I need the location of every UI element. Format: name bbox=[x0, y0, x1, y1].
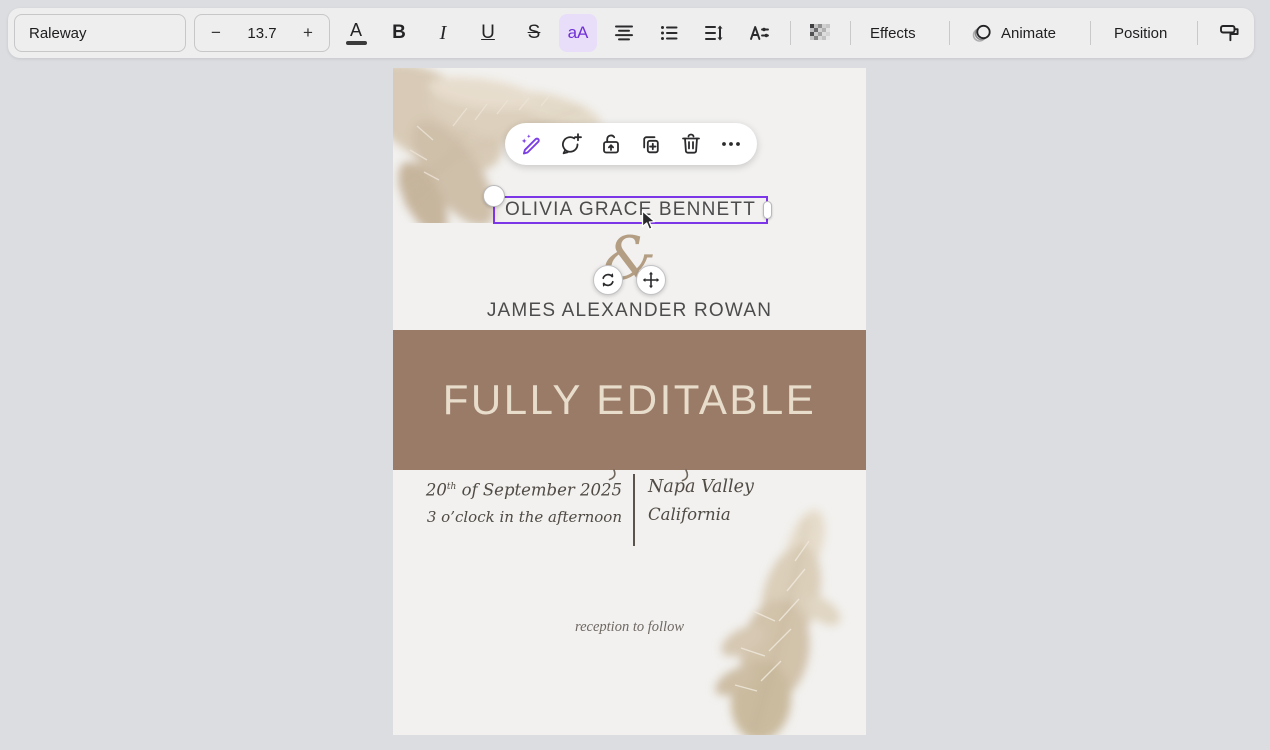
animate-label: Animate bbox=[1001, 25, 1056, 42]
delete-button[interactable] bbox=[671, 123, 711, 165]
lock-icon bbox=[598, 131, 624, 157]
comment-plus-icon bbox=[558, 131, 584, 157]
ellipsis-icon bbox=[718, 131, 744, 157]
text-selection-box[interactable]: OLIVIA GRACE BENNETT bbox=[493, 196, 768, 224]
element-context-toolbar bbox=[505, 123, 757, 165]
animate-icon bbox=[970, 21, 994, 45]
duplicate-button[interactable] bbox=[631, 123, 671, 165]
strikethrough-button[interactable]: S bbox=[515, 14, 553, 52]
font-size-decrease-button[interactable]: − bbox=[201, 18, 231, 48]
italic-button[interactable]: I bbox=[424, 14, 462, 52]
position-button[interactable]: Position bbox=[1104, 14, 1177, 52]
venue-line-2: California bbox=[648, 501, 754, 528]
toolbar-divider bbox=[1090, 21, 1091, 45]
toolbar-divider bbox=[850, 21, 851, 45]
reception-note-text[interactable]: reception to follow bbox=[393, 619, 866, 636]
toolbar-divider bbox=[949, 21, 950, 45]
duplicate-icon bbox=[638, 131, 664, 157]
venue-block[interactable]: Napa Valley California bbox=[648, 474, 754, 528]
width-resize-handle[interactable] bbox=[763, 201, 772, 219]
toolbar-divider bbox=[1197, 21, 1198, 45]
rotation-handle[interactable] bbox=[483, 185, 505, 207]
alignment-button[interactable] bbox=[605, 14, 643, 52]
rotate-icon bbox=[599, 271, 617, 289]
font-size-control: − 13.7 + bbox=[194, 14, 330, 52]
effects-label: Effects bbox=[870, 25, 916, 42]
line-spacing-button[interactable] bbox=[695, 14, 733, 52]
groom-name-text[interactable]: JAMES ALEXANDER ROWAN bbox=[393, 300, 866, 322]
banner-label: FULLY EDITABLE bbox=[443, 376, 816, 424]
position-label: Position bbox=[1114, 25, 1167, 42]
magic-edit-button[interactable] bbox=[511, 123, 551, 165]
letter-case-button[interactable]: aA bbox=[559, 14, 597, 52]
font-size-value[interactable]: 13.7 bbox=[247, 25, 276, 42]
date-time-block[interactable]: 20th of September 2025 3 o’clock in the … bbox=[426, 474, 622, 531]
rotate-handle-button[interactable] bbox=[593, 265, 623, 295]
copy-style-button[interactable] bbox=[1210, 14, 1248, 52]
ampersand-text[interactable]: & bbox=[393, 226, 866, 292]
date-line: 20th of September 2025 bbox=[426, 474, 622, 504]
effects-button[interactable]: Effects bbox=[860, 14, 926, 52]
align-center-icon bbox=[612, 21, 636, 45]
line-spacing-icon bbox=[702, 21, 726, 45]
add-comment-button[interactable] bbox=[551, 123, 591, 165]
transparency-checkerboard-icon bbox=[809, 23, 831, 43]
bride-name-text[interactable]: OLIVIA GRACE BENNETT bbox=[505, 199, 756, 221]
font-size-increase-button[interactable]: + bbox=[293, 18, 323, 48]
letter-spacing-icon bbox=[747, 21, 771, 45]
venue-line-1: Napa Valley bbox=[648, 474, 754, 501]
text-color-button[interactable]: A bbox=[337, 14, 375, 52]
font-name-label: Raleway bbox=[29, 25, 87, 42]
bold-button[interactable]: B bbox=[380, 14, 418, 52]
animate-button[interactable]: Animate bbox=[960, 14, 1066, 52]
lock-button[interactable] bbox=[591, 123, 631, 165]
transparency-button[interactable] bbox=[801, 14, 839, 52]
paint-roller-icon bbox=[1217, 21, 1242, 46]
text-color-icon: A bbox=[346, 21, 367, 45]
fully-editable-banner[interactable]: FULLY EDITABLE bbox=[393, 330, 866, 470]
format-toolbar: Raleway − 13.7 + A B I U S aA bbox=[8, 8, 1254, 58]
move-icon bbox=[642, 271, 660, 289]
magic-pen-icon bbox=[518, 131, 544, 157]
bulleted-list-icon bbox=[657, 21, 681, 45]
bulleted-list-button[interactable] bbox=[650, 14, 688, 52]
letter-spacing-button[interactable] bbox=[740, 14, 778, 52]
time-line: 3 o’clock in the afternoon bbox=[426, 504, 622, 531]
move-handle-button[interactable] bbox=[636, 265, 666, 295]
more-options-button[interactable] bbox=[711, 123, 751, 165]
design-page[interactable]: OLIVIA GRACE BENNETT & bbox=[393, 68, 866, 735]
underline-button[interactable]: U bbox=[469, 14, 507, 52]
trash-icon bbox=[678, 131, 704, 157]
vertical-divider-line bbox=[633, 474, 635, 546]
toolbar-divider bbox=[790, 21, 791, 45]
font-selector[interactable]: Raleway bbox=[14, 14, 186, 52]
pampas-grass-bottom-right-image[interactable] bbox=[683, 501, 866, 735]
